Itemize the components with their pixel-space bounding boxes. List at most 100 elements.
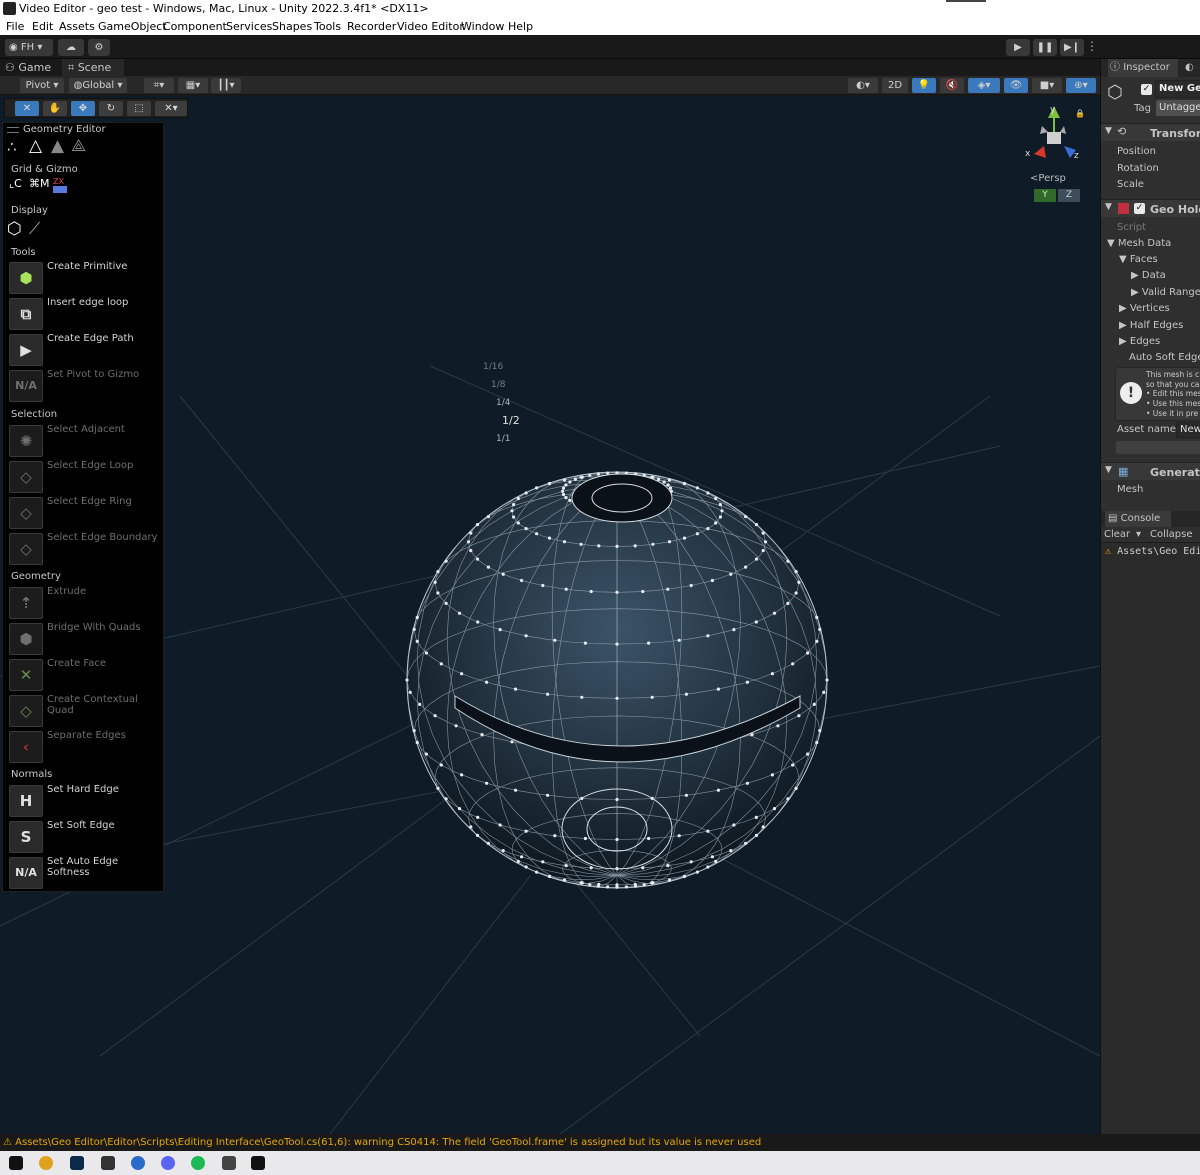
visibility-toggle[interactable]: 👁: [1004, 78, 1028, 93]
mesh-vertex[interactable]: [770, 672, 775, 676]
mesh-vertex[interactable]: [791, 662, 795, 666]
lighting-toggle[interactable]: 💡: [912, 78, 936, 93]
mesh-vertex[interactable]: [754, 815, 758, 820]
mesh-vertex[interactable]: [732, 823, 736, 827]
mesh-vertex[interactable]: [541, 583, 545, 588]
menu-assets[interactable]: Assets: [59, 18, 95, 35]
mesh-vertex[interactable]: [485, 781, 489, 785]
gizmos-dropdown[interactable]: ⊕▾: [1066, 78, 1096, 93]
transform-header[interactable]: ▼ ⟲ Transform: [1101, 123, 1200, 141]
mesh-vertex[interactable]: [695, 870, 700, 874]
tool-select-edge-ring[interactable]: ◇ Select Edge Ring: [7, 495, 163, 529]
mesh-vertex[interactable]: [794, 786, 798, 791]
tool-insert-edge-loop[interactable]: ⧉ Insert edge loop: [7, 296, 163, 330]
mesh-vertex[interactable]: [641, 866, 645, 870]
mesh-vertex[interactable]: [718, 515, 723, 519]
tab-game[interactable]: ⚇ Game: [5, 59, 51, 76]
mesh-vertex[interactable]: [662, 480, 666, 484]
mesh-vertex[interactable]: [754, 523, 759, 527]
camera-dropdown[interactable]: ■▾: [1032, 78, 1062, 93]
mesh-vertex[interactable]: [457, 807, 462, 811]
mesh-vertex[interactable]: [476, 815, 480, 820]
perspective-toggle[interactable]: <Persp: [1030, 173, 1066, 184]
mesh-vertex[interactable]: [770, 773, 775, 777]
mesh-vertex[interactable]: [763, 540, 768, 544]
mesh-vertex[interactable]: [666, 587, 670, 591]
mesh-vertex[interactable]: [439, 763, 443, 767]
mesh-vertex[interactable]: [469, 531, 473, 535]
mesh-vertex[interactable]: [524, 634, 528, 638]
mesh-vertex[interactable]: [682, 536, 687, 540]
mesh-vertex[interactable]: [546, 692, 550, 696]
mesh-vertex[interactable]: [553, 834, 557, 838]
mesh-vertex[interactable]: [589, 589, 593, 594]
menu-window[interactable]: Window: [461, 18, 504, 35]
tool-contextual-quad[interactable]: ◇ Create Contextual Quad: [7, 693, 163, 727]
mesh-vertex[interactable]: [514, 788, 518, 792]
mesh-vertex[interactable]: [436, 591, 440, 595]
mesh-vertex[interactable]: [466, 540, 471, 544]
half-edges-foldout[interactable]: ▶ Half Edges: [1119, 320, 1183, 331]
mesh-vertex[interactable]: [580, 881, 584, 885]
mesh-vertex[interactable]: [460, 672, 464, 676]
menu-edit[interactable]: Edit: [32, 18, 53, 35]
tool-select-edge-loop[interactable]: ◇ Select Edge Loop: [7, 459, 163, 493]
grid-center-icon[interactable]: ⌞C: [9, 177, 29, 195]
clear-options-icon[interactable]: ▾: [1136, 527, 1141, 543]
tag-dropdown[interactable]: Untagged: [1156, 100, 1200, 116]
mesh-vertex[interactable]: [573, 477, 578, 481]
mesh-vertex[interactable]: [710, 578, 715, 583]
mesh-vertex[interactable]: [729, 572, 733, 576]
mesh-vertex[interactable]: [772, 807, 777, 811]
chrome-icon[interactable]: [39, 1156, 53, 1170]
mesh-vertex[interactable]: [436, 786, 440, 791]
windows-start-icon[interactable]: [9, 1156, 23, 1170]
menu-help[interactable]: Help: [508, 18, 533, 35]
mesh-vertex[interactable]: [776, 724, 780, 728]
spotify-icon[interactable]: [191, 1156, 205, 1170]
mesh-vertex[interactable]: [469, 825, 473, 829]
mesh-vertex[interactable]: [786, 797, 790, 801]
mesh-data-foldout[interactable]: ▼ Mesh Data: [1107, 238, 1171, 249]
console-tab[interactable]: ▤ Console: [1105, 511, 1171, 527]
mesh-vertex[interactable]: [615, 642, 619, 646]
mesh-vertex[interactable]: [657, 477, 661, 481]
orientation-gizmo[interactable]: y x z: [1025, 105, 1079, 161]
create-asset-button[interactable]: [1116, 441, 1200, 454]
rotate-tool-button[interactable]: ↻: [99, 101, 123, 116]
mesh-vertex[interactable]: [718, 503, 723, 507]
mesh-vertex[interactable]: [564, 496, 568, 500]
mesh-vertex[interactable]: [520, 855, 524, 859]
mesh-vertex[interactable]: [684, 793, 689, 797]
rider-icon[interactable]: [251, 1156, 265, 1170]
mesh-vertex[interactable]: [405, 678, 409, 682]
mesh-vertex[interactable]: [668, 486, 673, 490]
mesh-vertex[interactable]: [650, 881, 654, 885]
mesh-vertex[interactable]: [564, 587, 568, 591]
menu-shapes[interactable]: Shapes: [272, 18, 312, 35]
mesh-vertex[interactable]: [754, 557, 759, 561]
pause-button[interactable]: ❚❚: [1033, 39, 1057, 56]
mesh-vertex[interactable]: [689, 583, 693, 588]
generated-header[interactable]: ▼ ▦ Generated: [1101, 462, 1200, 480]
mesh-vertex[interactable]: [424, 752, 428, 756]
mesh-vertex[interactable]: [596, 884, 601, 888]
mesh-vertex[interactable]: [732, 628, 736, 632]
mesh-vertex[interactable]: [791, 763, 795, 767]
photoshop-icon[interactable]: [70, 1156, 84, 1170]
mesh-vertex[interactable]: [439, 662, 443, 666]
mesh-vertex[interactable]: [510, 740, 514, 744]
tab-scene[interactable]: ⌗ Scene: [62, 59, 124, 76]
cube-display-icon[interactable]: ⬡: [7, 219, 22, 239]
mesh-vertex[interactable]: [444, 797, 448, 801]
collapse-button[interactable]: Collapse: [1150, 527, 1193, 543]
mesh-vertex[interactable]: [744, 565, 748, 569]
tool-set-auto-edge[interactable]: N/A Set Auto Edge Softness: [7, 855, 163, 889]
valid-ranges-foldout[interactable]: ▶ Valid Ranges: [1131, 287, 1200, 298]
view-tool-button[interactable]: ✕: [15, 101, 39, 116]
mesh-vertex[interactable]: [588, 473, 592, 477]
data-foldout[interactable]: ▶ Data: [1131, 270, 1166, 281]
mesh-vertex[interactable]: [535, 870, 539, 874]
mesh-vertex[interactable]: [579, 475, 583, 479]
mesh-vertex[interactable]: [561, 492, 566, 497]
